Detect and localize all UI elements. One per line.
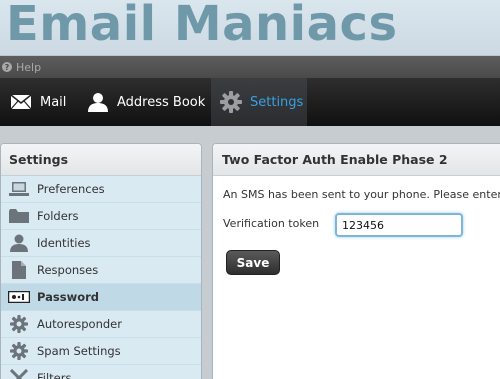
filter-icon: [1, 369, 37, 379]
sidebar-item-responses[interactable]: Responses: [1, 257, 201, 284]
tab-address-book[interactable]: Address Book: [87, 78, 205, 126]
page-title: Two Factor Auth Enable Phase 2: [213, 144, 500, 176]
verification-token-label: Verification token: [223, 217, 320, 230]
sidebar-item-label: Password: [37, 290, 99, 304]
sidebar-item-label: Autoresponder: [37, 317, 122, 331]
sidebar-item-identities[interactable]: Identities: [1, 230, 201, 257]
sidebar-item-label: Identities: [37, 236, 91, 250]
sidebar-item-label: Folders: [37, 209, 79, 223]
header-banner: Email Maniacs: [0, 0, 500, 56]
document-icon: [1, 261, 37, 279]
tab-label: Address Book: [117, 94, 206, 110]
brand-logo: Email Maniacs: [6, 0, 398, 52]
sidebar-item-autoresponder[interactable]: Autoresponder: [1, 311, 201, 338]
sidebar-item-password[interactable]: Password: [1, 284, 201, 311]
sidebar-item-folders[interactable]: Folders: [1, 203, 201, 230]
folder-icon: [1, 208, 37, 224]
gear-icon: [1, 342, 37, 360]
save-button[interactable]: Save: [226, 250, 280, 275]
envelope-icon: [10, 94, 32, 110]
person-icon: [88, 93, 108, 112]
laptop-icon: [1, 181, 37, 197]
top-bar: ? Help: [0, 56, 500, 78]
tab-label: Mail: [40, 94, 67, 110]
sms-message: An SMS has been sent to your phone. Plea…: [223, 188, 500, 201]
tab-mail[interactable]: Mail: [10, 78, 66, 126]
sidebar-item-label: Preferences: [37, 182, 105, 196]
main-tab-bar: Mail Address Book Settings: [0, 78, 500, 126]
question-circle-icon: ?: [2, 62, 12, 72]
password-icon: [1, 291, 37, 303]
tab-settings[interactable]: Settings: [211, 78, 307, 126]
sidebar-item-filters[interactable]: Filters: [1, 365, 201, 379]
help-link[interactable]: ? Help: [2, 60, 41, 74]
settings-sidebar: Settings Preferences Folders Identities …: [0, 143, 202, 379]
verification-token-input[interactable]: [335, 213, 463, 237]
sidebar-item-spam-settings[interactable]: Spam Settings: [1, 338, 201, 365]
content-panel: Two Factor Auth Enable Phase 2 An SMS ha…: [212, 143, 500, 379]
sidebar-item-label: Responses: [37, 263, 99, 277]
tab-label: Settings: [250, 94, 304, 110]
sidebar-item-label: Spam Settings: [37, 344, 121, 358]
sidebar-title: Settings: [1, 144, 201, 176]
help-label: Help: [16, 60, 42, 74]
person-icon: [1, 234, 37, 252]
gear-icon: [1, 315, 37, 333]
sidebar-item-label: Filters: [37, 371, 72, 379]
sidebar-item-preferences[interactable]: Preferences: [1, 176, 201, 203]
gear-icon: [220, 91, 242, 113]
